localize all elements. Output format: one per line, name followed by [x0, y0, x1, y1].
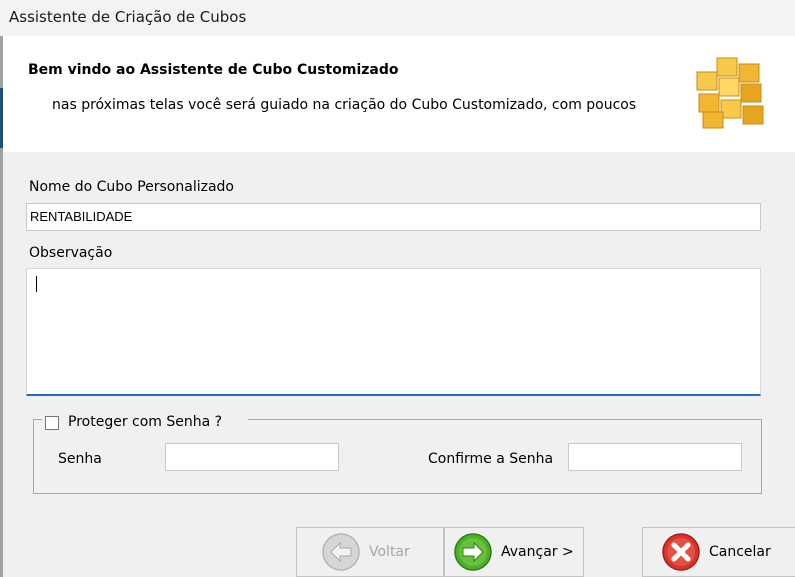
- protect-checkbox[interactable]: [45, 416, 59, 430]
- observation-textarea[interactable]: [26, 268, 761, 396]
- cancel-button-label: Cancelar: [709, 544, 771, 560]
- arrow-left-icon: [322, 533, 360, 571]
- cube-name-input[interactable]: RENTABILIDADE: [26, 203, 761, 231]
- protect-checkbox-wrap[interactable]: Proteger com Senha ?: [42, 413, 248, 431]
- title-bar: Assistente de Criação de Cubos: [0, 0, 795, 36]
- next-button-label: Avançar >: [501, 544, 574, 560]
- arrow-right-icon: [454, 533, 492, 571]
- protect-checkbox-label[interactable]: Proteger com Senha ?: [68, 414, 222, 430]
- cancel-button[interactable]: Cancelar: [642, 527, 795, 577]
- wizard-footer: Voltar Avançar > Cancelar: [0, 527, 795, 577]
- back-button-label: Voltar: [369, 544, 410, 560]
- observation-label: Observação: [29, 245, 113, 261]
- cube-icon: [696, 57, 764, 129]
- password-input[interactable]: [165, 443, 339, 471]
- next-button[interactable]: Avançar >: [444, 527, 584, 577]
- header-title: Bem vindo ao Assistente de Cubo Customiz…: [28, 62, 399, 78]
- confirm-password-label: Confirme a Senha: [428, 451, 554, 467]
- text-caret: [36, 276, 37, 292]
- confirm-password-input[interactable]: [568, 443, 742, 471]
- header-subtitle: nas próximas telas você será guiado na c…: [52, 97, 637, 113]
- password-label: Senha: [58, 451, 102, 467]
- cube-name-label: Nome do Cubo Personalizado: [29, 179, 234, 195]
- close-icon: [662, 533, 700, 571]
- wizard-header: Bem vindo ao Assistente de Cubo Customiz…: [3, 36, 795, 152]
- back-button[interactable]: Voltar: [296, 527, 444, 577]
- window-title: Assistente de Criação de Cubos: [9, 8, 247, 26]
